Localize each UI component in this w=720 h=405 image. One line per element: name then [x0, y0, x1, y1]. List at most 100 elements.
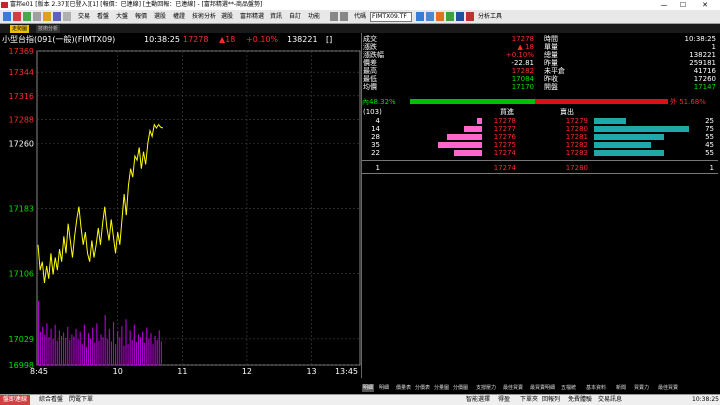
- refresh-icon[interactable]: [23, 12, 31, 21]
- menu-warrant[interactable]: 權證: [173, 10, 185, 24]
- maximize-button[interactable]: ☐: [675, 0, 691, 10]
- detail-tab[interactable]: 分價表: [415, 384, 430, 392]
- detail-tab[interactable]: 基本資料: [586, 384, 606, 392]
- book-separator-2: [362, 173, 718, 174]
- analysis-tools-menu[interactable]: 分析工具: [478, 10, 502, 24]
- detail-tab[interactable]: 分價圖: [453, 384, 468, 392]
- detail-tab[interactable]: 五檔統: [561, 384, 576, 392]
- ask-price: 17281: [565, 133, 588, 141]
- tab-technical[interactable]: 技術分析: [36, 25, 61, 33]
- calc-icon[interactable]: [446, 12, 454, 21]
- menu-market[interactable]: 大盤: [116, 10, 128, 24]
- status-clock: 10:38:25: [692, 396, 719, 403]
- trend-icon[interactable]: [466, 12, 474, 21]
- quote-panel: 成交 17278 時間 10:38:25 漲跌 ▲ 18 單量 1 漲跌幅 +0.10% 總量 138…: [361, 33, 720, 378]
- y-tick-label: 17183: [9, 204, 34, 213]
- volume-bar: [142, 331, 144, 365]
- quote-value: 17260: [693, 75, 716, 83]
- ask-header: 賣出: [560, 108, 574, 116]
- volume-bar: [96, 323, 98, 365]
- menu-info[interactable]: 資訊: [270, 10, 282, 24]
- volume-bar: [108, 328, 110, 365]
- menu-screen[interactable]: 選股: [154, 10, 166, 24]
- volume-bar: [38, 301, 40, 365]
- volume-bar: [110, 341, 112, 365]
- volume-bar: [104, 315, 106, 365]
- detail-tab[interactable]: 支撐壓力: [476, 384, 496, 392]
- settings-icon[interactable]: [63, 12, 71, 21]
- volume-bar: [117, 330, 119, 365]
- volume-bar: [154, 335, 156, 365]
- document-icon[interactable]: [426, 12, 434, 21]
- monitor-icon[interactable]: [416, 12, 424, 21]
- detail-tab[interactable]: 買賣力: [634, 384, 649, 392]
- alert-icon[interactable]: [13, 12, 21, 21]
- bid-bar: [476, 118, 482, 124]
- order-folder-button[interactable]: 下單夾: [520, 395, 538, 405]
- menu-tech[interactable]: 技術分析: [192, 10, 216, 24]
- price-chart-svg: 17369 17344 17316 17288 17260 17183 17106 17029…: [9, 47, 361, 376]
- layout-icon[interactable]: [340, 12, 348, 21]
- detail-tab[interactable]: 價量表: [396, 384, 411, 392]
- quote-value: ▲ 18: [517, 43, 534, 51]
- bid-bar: [464, 126, 482, 132]
- grid-icon[interactable]: [33, 12, 41, 21]
- close-button[interactable]: ✕: [697, 0, 713, 10]
- free-trial-button[interactable]: 免費體驗: [568, 395, 592, 405]
- chart-icon[interactable]: [53, 12, 61, 21]
- quote-value: +0.10%: [505, 51, 534, 59]
- x-tick-label: 11: [177, 367, 187, 376]
- volume-bar: [100, 334, 102, 365]
- volume-bar: [87, 333, 90, 365]
- ask-price: 17283: [565, 149, 588, 157]
- detail-tab[interactable]: 新聞: [616, 384, 626, 392]
- status-tab-overview[interactable]: 綜合看盤: [36, 395, 66, 405]
- status-deyin[interactable]: 得盈: [498, 395, 510, 405]
- volume-bar: [135, 342, 137, 365]
- price-chart[interactable]: 17369 17344 17316 17288 17260 17183 17106 17029…: [0, 47, 362, 378]
- window-icon[interactable]: [330, 12, 338, 21]
- menu-fubon-picks[interactable]: 富邦精選: [240, 10, 264, 24]
- detail-tab[interactable]: 明細: [362, 384, 375, 392]
- volume-bar: [58, 330, 60, 365]
- y-tick-label: 17369: [9, 47, 34, 56]
- tab-tick-chart[interactable]: 走勢圖: [10, 25, 30, 33]
- cursor-icon[interactable]: [456, 12, 464, 21]
- smart-select-button[interactable]: 智能選擇: [466, 395, 490, 405]
- volume-bar: [69, 340, 71, 365]
- minimize-button[interactable]: —: [656, 0, 672, 10]
- status-tab-connection[interactable]: 盤即連線: [0, 395, 31, 405]
- ask-price: 17282: [565, 141, 588, 149]
- quote-label: 最低: [363, 75, 377, 83]
- quote-value: 259181: [689, 59, 716, 67]
- home-icon[interactable]: [3, 12, 11, 21]
- outer-ratio-label: 外 51.68%: [670, 98, 706, 106]
- menu-watch[interactable]: 看盤: [97, 10, 109, 24]
- star-icon[interactable]: [43, 12, 51, 21]
- quote-label: 未平倉: [544, 67, 565, 75]
- x-tick-label: 13:45: [335, 367, 358, 376]
- menu-screen-2[interactable]: 選股: [221, 10, 233, 24]
- detail-tab[interactable]: 最買賣明細: [530, 384, 555, 392]
- detail-tab[interactable]: 最佳買賣: [658, 384, 678, 392]
- menu-custom[interactable]: 自訂: [289, 10, 301, 24]
- detail-tab[interactable]: 明細: [379, 384, 389, 392]
- bid-bar: [454, 150, 482, 156]
- volume-bar: [98, 340, 100, 365]
- status-tab-quick-order[interactable]: 閃電下單: [66, 395, 96, 405]
- menu-trade[interactable]: 交易: [78, 10, 90, 24]
- ask-bar: [594, 134, 664, 140]
- news-icon[interactable]: [436, 12, 444, 21]
- quote-label: 均價: [363, 83, 377, 91]
- menu-function[interactable]: 功能: [308, 10, 320, 24]
- report-bar-button[interactable]: 回報列: [542, 395, 560, 405]
- trade-message-button[interactable]: 交易訊息: [598, 395, 622, 405]
- detail-tab[interactable]: 分量圖: [434, 384, 449, 392]
- chart-tabs: 走勢圖 技術分析: [0, 24, 720, 33]
- symbol-input[interactable]: FIMTX09.TF: [370, 12, 412, 22]
- header-volume: 138221: [287, 35, 318, 44]
- menu-quote[interactable]: 報價: [135, 10, 147, 24]
- expand-icon[interactable]: []: [326, 33, 332, 47]
- detail-tab[interactable]: 最佳買賣: [503, 384, 523, 392]
- symbol-label: 代碼: [354, 13, 367, 20]
